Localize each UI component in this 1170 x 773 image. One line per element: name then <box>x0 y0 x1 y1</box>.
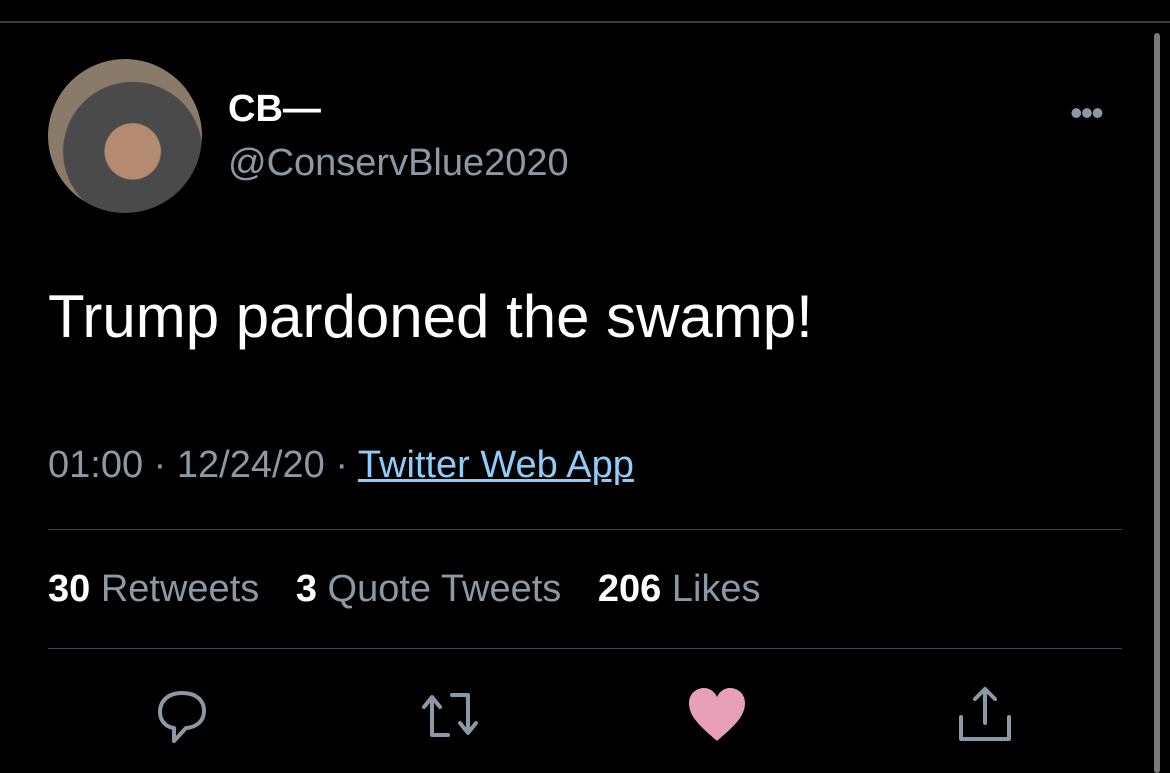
tweet-text: Trump pardoned the swamp! <box>48 283 813 350</box>
share-icon[interactable] <box>955 685 1015 745</box>
display-name[interactable]: CB— <box>228 88 321 131</box>
quotes-count: 3 <box>295 568 317 610</box>
divider <box>48 648 1122 649</box>
retweets-stat[interactable]: 30 Retweets <box>48 568 259 610</box>
quotes-stat[interactable]: 3 Quote Tweets <box>296 568 561 610</box>
separator: · <box>335 444 349 486</box>
likes-stat[interactable]: 206 Likes <box>598 568 761 610</box>
reply-icon[interactable] <box>152 685 212 745</box>
tweet-stats: 30 Retweets 3 Quote Tweets 206 Likes <box>48 568 787 611</box>
retweet-icon[interactable] <box>420 685 480 745</box>
tweet-meta: 01:00 · 12/24/20 · Twitter Web App <box>48 444 634 487</box>
user-handle[interactable]: @ConservBlue2020 <box>228 142 569 185</box>
quotes-label: Quote Tweets <box>327 568 562 610</box>
retweets-count: 30 <box>48 568 91 610</box>
source-link[interactable]: Twitter Web App <box>358 444 634 486</box>
likes-count: 206 <box>597 568 662 610</box>
scrollbar[interactable] <box>1154 33 1160 773</box>
more-options-icon[interactable]: ••• <box>1070 92 1104 134</box>
separator: · <box>153 444 167 486</box>
divider <box>48 529 1122 530</box>
avatar[interactable] <box>48 59 202 213</box>
tweet-date: 12/24/20 <box>176 444 325 486</box>
tweet-time: 01:00 <box>48 444 144 486</box>
retweets-label: Retweets <box>100 568 260 610</box>
heart-icon[interactable] <box>687 685 747 745</box>
top-divider <box>0 21 1170 23</box>
likes-label: Likes <box>671 568 761 610</box>
